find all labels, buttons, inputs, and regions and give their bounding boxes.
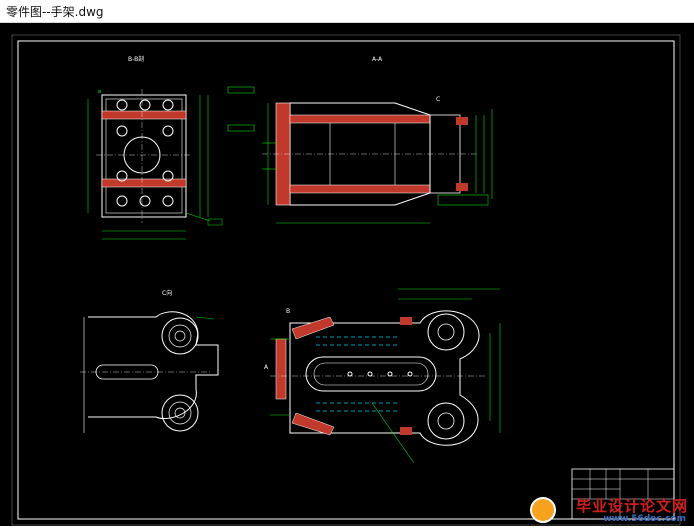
section-bb-view: B-B剖 ø — [87, 55, 223, 240]
mark-b-top: B — [286, 308, 290, 315]
outer-border — [11, 34, 681, 526]
cad-drawing: B-B剖 ø A-A C C向 B A — [11, 34, 681, 526]
window-title: 零件图--手架.dwg — [6, 5, 104, 19]
mark-a-left: A — [264, 364, 269, 371]
view-c-label: C向 — [162, 289, 172, 297]
plan-view: B A — [264, 288, 501, 464]
section-bb-label: B-B剖 — [128, 55, 144, 63]
window-titlebar: 零件图--手架.dwg — [0, 0, 694, 23]
mark-c: C — [436, 96, 440, 103]
watermark-brand: 毕业设计论文网 — [575, 497, 688, 515]
watermark-url: www.56doc.com — [603, 514, 686, 524]
svg-text:ø: ø — [98, 89, 101, 95]
view-c: C向 — [80, 289, 219, 433]
drawing-canvas[interactable]: B-B剖 ø A-A C C向 B A 毕业设计论文网 www.56doc.co… — [0, 23, 694, 526]
section-aa-view: A-A C — [227, 56, 493, 224]
site-watermark: 毕业设计论文网 www.56doc.com — [526, 494, 694, 526]
site-logo-icon — [530, 497, 556, 523]
section-aa-label: A-A — [372, 56, 383, 63]
